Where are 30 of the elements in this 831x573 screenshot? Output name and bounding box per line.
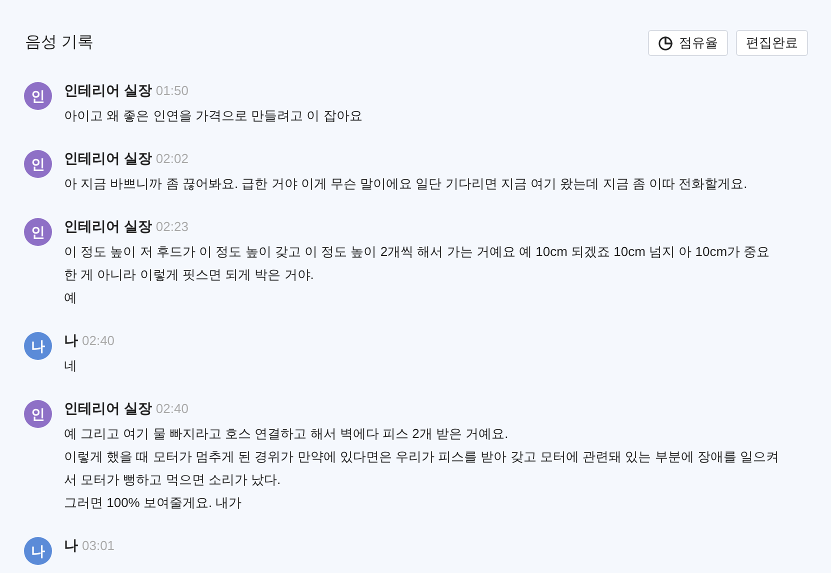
done-button[interactable]: 편집완료 [736, 30, 808, 56]
timestamp: 02:40 [156, 400, 188, 418]
timestamp: 02:40 [82, 332, 115, 350]
transcript-line: 아 지금 바쁘니까 좀 끊어봐요. 급한 거야 이게 무슨 말이에요 일단 기다리면 지금 여기 왔는데 지금 좀 이따 전화할게요. [64, 175, 748, 193]
avatar: 나 [24, 537, 52, 565]
transcript-line: 네 [64, 357, 78, 375]
timestamp: 02:02 [156, 150, 188, 168]
avatar: 나 [24, 332, 52, 360]
speaker-name: 인테리어 실장 [64, 149, 152, 168]
speaker-name: 인테리어 실장 [64, 217, 152, 236]
timestamp: 03:01 [82, 537, 115, 555]
speaker-name: 인테리어 실장 [64, 81, 152, 100]
transcript-line: 예 그리고 여기 물 빠지라고 호스 연결하고 해서 벽에다 피스 2개 받은 거예요. [64, 425, 510, 443]
timestamp: 01:50 [156, 82, 188, 100]
share-button[interactable]: 점유율 [648, 30, 728, 56]
avatar: 인 [24, 150, 52, 178]
timestamp: 02:23 [156, 218, 188, 236]
transcript-line: 이 정도 높이 저 후드가 이 정도 높이 갖고 이 정도 높이 2개씩 해서 가는 거예요 예 10cm 되겠죠 10cm 넘지 아 10cm가 중요한 게 아니라 이렇게 핏스면 되게 박은 거야. [64, 243, 771, 284]
transcript-line: 예 [64, 289, 78, 307]
avatar: 인 [24, 82, 52, 110]
avatar: 인 [24, 218, 52, 246]
transcript-line: 이렇게 했을 때 모터가 멈추게 된 경위가 만약에 있다면은 우리가 피스를 받아 갖고 모터에 관련돼 있는 부분에 장애를 일으켜서 모터가 뻥하고 먹으면 소리가 났다. [64, 448, 779, 489]
speaker-name: 나 [64, 331, 78, 350]
avatar: 인 [24, 400, 52, 428]
pie-chart-icon [658, 36, 673, 50]
transcript-line: 그러면 100% 보여줄게요. 내가 [64, 494, 243, 512]
speaker-name: 나 [64, 536, 78, 555]
transcript-line: 아이고 왜 좋은 인연을 가격으로 만들려고 이 잡아요 [64, 107, 362, 125]
page-title: 음성 기록 [25, 33, 94, 53]
speaker-name: 인테리어 실장 [64, 399, 152, 418]
